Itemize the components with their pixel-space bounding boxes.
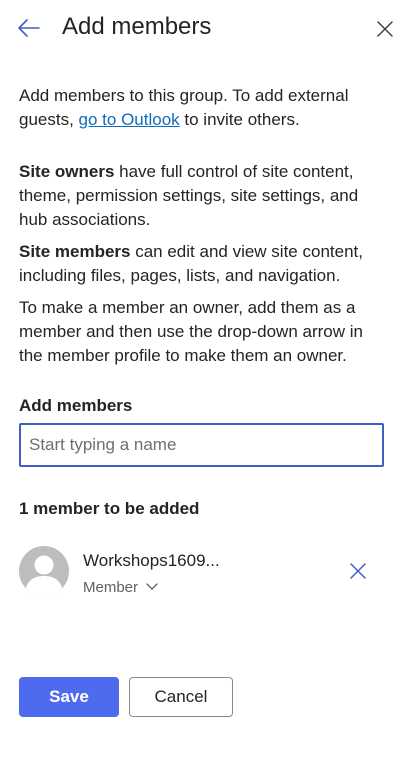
- close-button[interactable]: [372, 16, 398, 42]
- person-icon: [25, 555, 63, 596]
- panel-header: Add members: [0, 0, 414, 56]
- chevron-down-icon: [146, 583, 158, 591]
- panel-content: Add members to this group. To add extern…: [19, 84, 379, 376]
- page-title: Add members: [62, 13, 212, 40]
- avatar: [19, 546, 69, 596]
- outlook-link[interactable]: go to Outlook: [79, 110, 180, 129]
- remove-member-button[interactable]: [345, 558, 371, 584]
- owners-description: Site owners have full control of site co…: [19, 162, 359, 229]
- owner-tip: To make a member an owner, add them as a…: [19, 298, 363, 365]
- intro-text: Add members to this group. To add extern…: [19, 86, 349, 129]
- save-button[interactable]: Save: [19, 677, 119, 717]
- member-name: Workshops1609...: [83, 551, 220, 570]
- close-icon: [350, 563, 366, 579]
- back-button[interactable]: [14, 14, 44, 42]
- arrow-left-icon: [18, 19, 40, 37]
- member-role-dropdown[interactable]: Member: [83, 576, 158, 598]
- add-members-input[interactable]: [19, 423, 384, 467]
- members-to-add-count: 1 member to be added: [19, 499, 200, 518]
- cancel-button[interactable]: Cancel: [129, 677, 233, 717]
- member-role-label: Member: [83, 578, 139, 596]
- members-description: Site members can edit and view site cont…: [19, 242, 363, 285]
- close-icon: [377, 21, 393, 37]
- add-members-label: Add members: [19, 396, 133, 415]
- member-list-item: Workshops1609... Member: [19, 546, 379, 600]
